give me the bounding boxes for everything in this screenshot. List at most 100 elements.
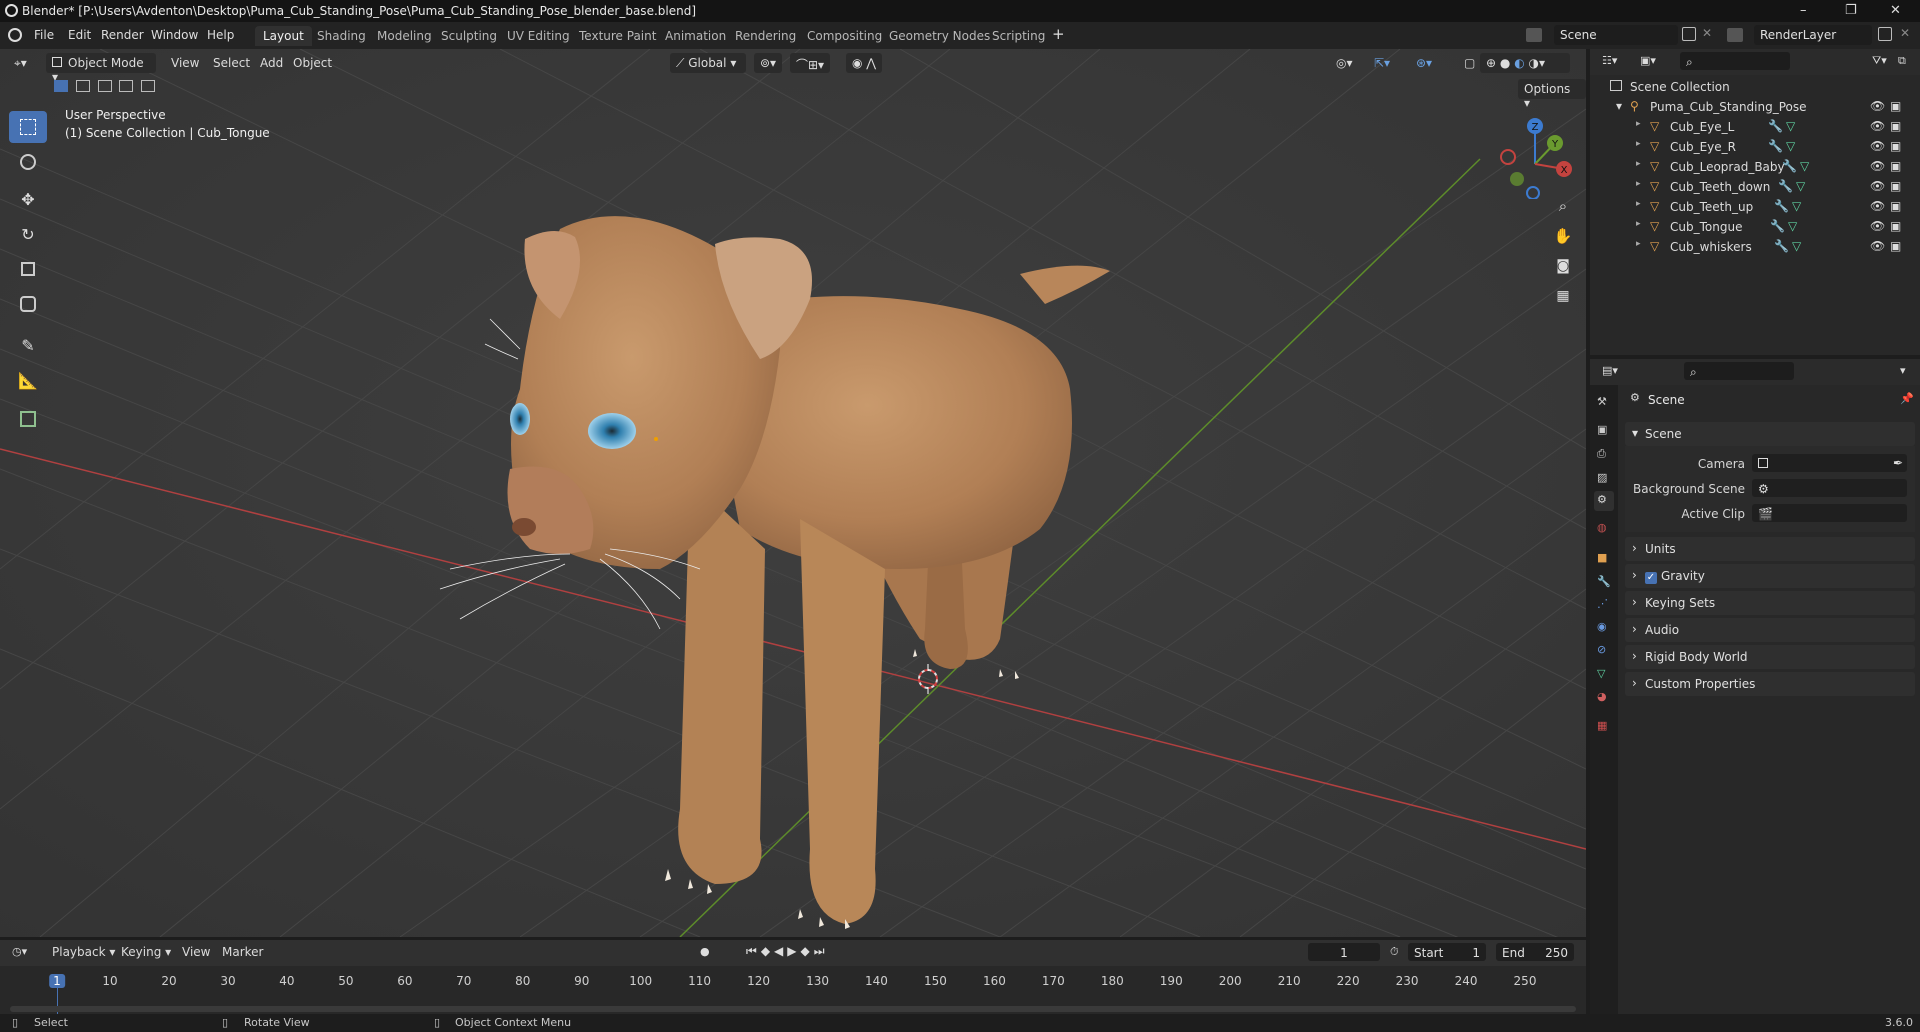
3d-viewport[interactable]: ✥ ↻ ✎ 📐 User Perspective (1) Scene Colle… (0, 49, 1586, 937)
play-reverse-icon[interactable]: ◀ (774, 944, 787, 958)
render-camera-icon[interactable]: ▣ (1890, 99, 1901, 113)
panel-gravity[interactable]: › ✓ Gravity (1625, 564, 1915, 588)
mode-dropdown[interactable]: Object Mode ▾ (46, 53, 156, 84)
prev-keyframe-icon[interactable]: ◆ (761, 944, 774, 958)
maximize-button[interactable]: ❐ (1845, 3, 1857, 18)
expand-toggle-icon[interactable]: ▸ (1636, 119, 1641, 129)
tab-compositing[interactable]: Compositing (799, 26, 890, 46)
timeline-editor-type[interactable]: ◷▾ (12, 945, 27, 958)
object-tab-icon[interactable]: ■ (1597, 551, 1607, 564)
visibility-eye-icon[interactable]: 👁 (1870, 239, 1885, 253)
tree-row-object[interactable]: ▸ ▽ Cub_Teeth_up 🔧 ▽ 👁 ▣ (1590, 197, 1920, 217)
timeline-scrollbar[interactable] (10, 1006, 1576, 1012)
end-frame-field[interactable]: End 250 (1496, 943, 1574, 961)
properties-search-input[interactable]: ⌕ (1684, 362, 1794, 380)
mesh-data-icon[interactable]: ▽ (1786, 139, 1795, 153)
expand-toggle-icon[interactable]: ▸ (1636, 139, 1641, 149)
output-tab-icon[interactable]: ⎙ (1597, 447, 1606, 461)
tab-layout[interactable]: Layout (255, 26, 312, 46)
expand-toggle-icon[interactable]: ▸ (1636, 199, 1641, 209)
expand-toggle-icon[interactable]: ▸ (1636, 239, 1641, 249)
jump-start-icon[interactable]: ⏮ (746, 944, 761, 958)
menu-marker[interactable]: Marker (216, 942, 269, 962)
tab-geometry-nodes[interactable]: Geometry Nodes (881, 26, 998, 46)
tree-row-object[interactable]: ▸ ▽ Cub_Tongue 🔧 ▽ 👁 ▣ (1590, 217, 1920, 237)
menu-edit[interactable]: Edit (68, 28, 91, 42)
panel-custom-properties[interactable]: › Custom Properties (1625, 672, 1915, 696)
new-collection-button[interactable]: ⧉ (1898, 54, 1906, 68)
tool-select-box[interactable] (9, 111, 47, 143)
jump-end-icon[interactable]: ⏭ (814, 944, 829, 958)
tab-texture-paint[interactable]: Texture Paint (571, 26, 664, 46)
tree-row-scene-collection[interactable]: Scene Collection (1590, 77, 1920, 97)
menu-render[interactable]: Render (101, 28, 144, 42)
eyedropper-icon[interactable]: ✒ (1893, 456, 1903, 470)
menu-object[interactable]: Object (287, 53, 338, 73)
modifier-icon[interactable]: 🔧 (1782, 159, 1797, 173)
visibility-eye-icon[interactable]: 👁 (1870, 99, 1885, 113)
navigation-gizmo[interactable]: Z Y X (1490, 109, 1580, 199)
mesh-data-icon[interactable]: ▽ (1796, 179, 1805, 193)
current-frame-field[interactable]: 1 (1308, 943, 1380, 961)
camera-view-button[interactable]: ◙ (1548, 251, 1578, 281)
visibility-eye-icon[interactable]: 👁 (1870, 139, 1885, 153)
view-layer-icon[interactable] (1727, 28, 1743, 42)
add-workspace-button[interactable]: + (1052, 25, 1065, 43)
next-keyframe-icon[interactable]: ◆ (801, 944, 814, 958)
panel-rigid-body-world[interactable]: › Rigid Body World (1625, 645, 1915, 669)
modifier-icon[interactable]: 🔧 (1778, 179, 1793, 193)
overlay-toggle[interactable]: ⊛▾ (1410, 53, 1438, 73)
preview-range-icon[interactable]: ⏱ (1390, 945, 1399, 959)
new-view-layer-icon[interactable] (1878, 27, 1892, 41)
expand-toggle-icon[interactable]: ▾ (1616, 99, 1622, 113)
tree-row-object[interactable]: ▸ ▽ Cub_Leoprad_Baby 🔧 ▽ 👁 ▣ (1590, 157, 1920, 177)
visibility-eye-icon[interactable]: 👁 (1870, 119, 1885, 133)
tool-rotate[interactable]: ↻ (9, 218, 47, 250)
particles-tab-icon[interactable]: ⋰ (1597, 597, 1608, 610)
mesh-data-icon[interactable]: ▽ (1792, 199, 1801, 213)
play-icon[interactable]: ▶ (787, 944, 800, 958)
playback-controls[interactable]: ⏮◆◀▶◆⏭ (746, 944, 829, 959)
tool-scale[interactable] (9, 253, 47, 285)
mesh-data-icon[interactable]: ▽ (1800, 159, 1809, 173)
gizmo-toggle[interactable]: ⇱▾ (1368, 53, 1396, 73)
outliner-filter-button[interactable]: ⛛▾ (1872, 54, 1887, 68)
visibility-eye-icon[interactable]: 👁 (1870, 219, 1885, 233)
render-camera-icon[interactable]: ▣ (1890, 119, 1901, 133)
tab-scripting[interactable]: Scripting (984, 26, 1053, 46)
menu-view[interactable]: View (165, 53, 205, 73)
modifier-icon[interactable]: 🔧 (1768, 139, 1783, 153)
camera-field[interactable]: ✒ (1752, 454, 1907, 472)
render-camera-icon[interactable]: ▣ (1890, 239, 1901, 253)
menu-help[interactable]: Help (207, 28, 234, 42)
shading-mode-buttons[interactable]: ⊕ ● ◐ ◑▾ (1480, 53, 1570, 73)
tool-measure[interactable]: 📐 (9, 364, 47, 396)
tab-animation[interactable]: Animation (657, 26, 734, 46)
snap-toggle[interactable]: ⌒⊞▾ (790, 53, 831, 73)
active-clip-field[interactable]: 🎬 (1752, 504, 1907, 522)
delete-scene-icon[interactable]: ✕ (1702, 26, 1712, 40)
scene-tab-icon[interactable]: ⚙ (1594, 491, 1614, 511)
texture-tab-icon[interactable]: ▦ (1597, 719, 1607, 732)
proportional-edit-toggle[interactable]: ◉ ⋀ (846, 53, 883, 73)
render-tab-icon[interactable]: ▣ (1597, 423, 1607, 436)
timeline-area[interactable]: 1 10 20 30 40 50 60 70 80 90 100 110 120 130 140 150 160… (0, 966, 1586, 1015)
options-dropdown[interactable]: Options ▾ (1518, 79, 1586, 110)
pin-icon[interactable]: 📌 (1900, 392, 1914, 405)
delete-view-layer-icon[interactable]: ✕ (1900, 26, 1910, 40)
menu-file[interactable]: File (34, 28, 54, 42)
panel-units[interactable]: › Units (1625, 537, 1915, 561)
render-camera-icon[interactable]: ▣ (1890, 199, 1901, 213)
tool-add-cube[interactable] (9, 403, 47, 435)
visibility-eye-icon[interactable]: 👁 (1870, 179, 1885, 193)
menu-keying[interactable]: Keying ▾ (115, 942, 177, 962)
view-layer-field[interactable]: RenderLayer (1754, 25, 1872, 45)
gravity-checkbox[interactable]: ✓ (1645, 572, 1657, 584)
ortho-toggle-button[interactable]: ▦ (1548, 281, 1578, 311)
visibility-dropdown[interactable]: ◎▾ (1330, 53, 1359, 73)
menu-view[interactable]: View (176, 942, 216, 962)
properties-options-button[interactable]: ▾ (1900, 364, 1906, 377)
menu-add[interactable]: Add (254, 53, 289, 73)
tab-rendering[interactable]: Rendering (727, 26, 804, 46)
record-button[interactable]: ● (700, 945, 710, 958)
